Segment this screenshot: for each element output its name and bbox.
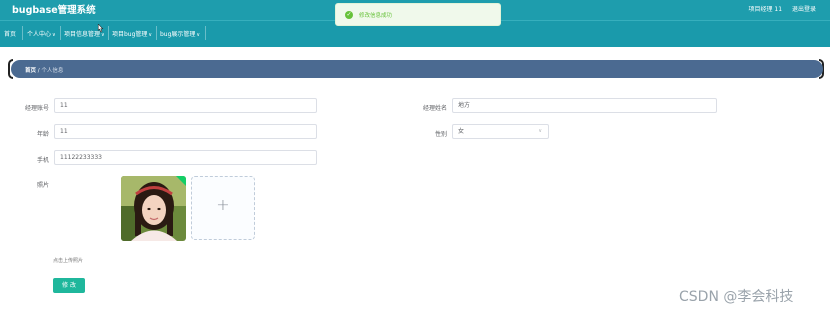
nav-item-project-bug[interactable]: 项目bug管理∨ <box>112 29 152 38</box>
breadcrumb-bar: 首页 / 个人信息 <box>11 60 823 78</box>
breadcrumb-home[interactable]: 首页 <box>25 68 36 74</box>
success-toast: ✓ 修改信息成功 <box>335 3 501 26</box>
gender-select[interactable]: 女 ∨ <box>452 124 549 139</box>
breadcrumb-current: 个人信息 <box>41 68 64 74</box>
app-title: bugbase管理系统 <box>12 5 96 16</box>
check-corner-icon <box>176 176 186 186</box>
breadcrumb: 首页 / 个人信息 <box>25 66 63 74</box>
logout-link[interactable]: 退出登录 <box>792 6 816 13</box>
chevron-down-icon: ∨ <box>52 32 56 38</box>
toast-message: 修改信息成功 <box>359 13 393 19</box>
name-field[interactable]: 地方 <box>452 98 717 113</box>
uploaded-photo[interactable] <box>121 176 186 241</box>
chevron-down-icon: ∨ <box>196 32 201 38</box>
photo-label: 照片 <box>36 182 49 189</box>
nav-item-home[interactable]: 首页 <box>4 29 16 38</box>
success-check-icon: ✓ <box>345 11 353 19</box>
upload-photo-button[interactable]: + <box>191 176 255 240</box>
user-area: 项目经理 11 退出登录 <box>741 4 816 13</box>
plus-icon: + <box>216 195 230 214</box>
phone-field[interactable]: 11122233333 <box>54 150 317 165</box>
name-label: 经理姓名 <box>422 105 447 112</box>
age-label: 年龄 <box>36 131 49 138</box>
account-label: 经理账号 <box>24 105 49 112</box>
nav-item-personal-center[interactable]: 个人中心∨ <box>27 29 56 38</box>
watermark: CSDN @李会科技 <box>679 289 794 305</box>
breadcrumb-separator: / <box>37 68 40 74</box>
gender-selected-value: 女 <box>458 128 465 135</box>
gender-label: 性别 <box>434 131 447 138</box>
chevron-down-icon: ∨ <box>148 32 153 38</box>
nav-item-bug-display[interactable]: bug展示管理∨ <box>160 29 200 38</box>
upload-tip: 点击上传照片 <box>53 258 84 264</box>
current-user-label: 项目经理 11 <box>748 6 783 13</box>
mouse-cursor-icon <box>97 24 104 33</box>
phone-label: 手机 <box>36 157 49 164</box>
account-field[interactable]: 11 <box>54 98 317 113</box>
save-button[interactable]: 修 改 <box>53 278 85 293</box>
age-field[interactable]: 11 <box>54 124 317 139</box>
chevron-down-icon: ∨ <box>538 128 542 134</box>
